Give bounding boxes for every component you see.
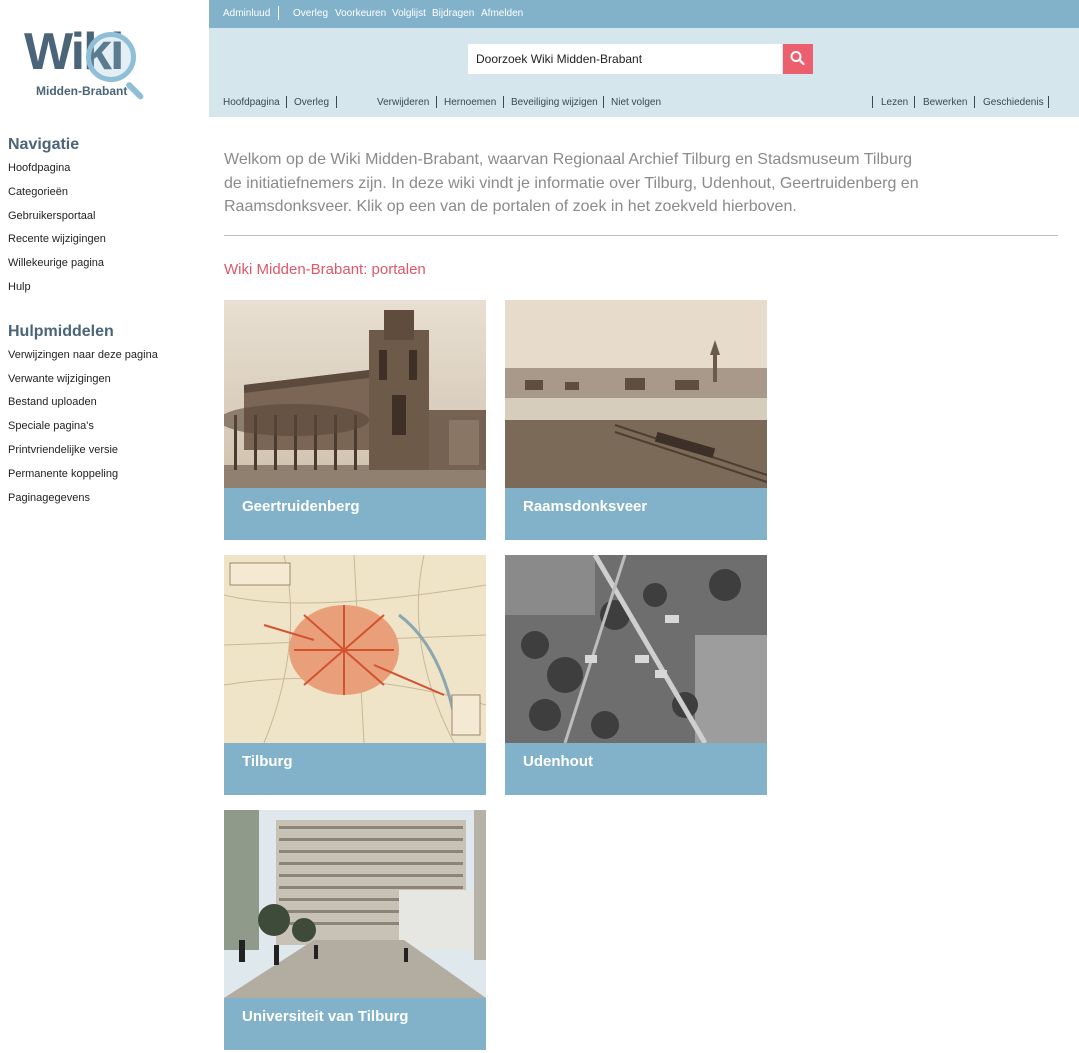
user-bar: Adminluud Overleg Voorkeuren Volglijst B… bbox=[209, 0, 1079, 28]
divider bbox=[872, 96, 873, 108]
divider bbox=[603, 96, 604, 108]
action-beveiliging-wijzigen[interactable]: Beveiliging wijzigen bbox=[511, 97, 598, 108]
magnifier-icon bbox=[86, 32, 136, 82]
tab-hoofdpagina[interactable]: Hoofdpagina bbox=[223, 97, 280, 108]
search-input[interactable] bbox=[468, 44, 782, 74]
sidebar: Navigatie Hoofdpagina Categorieën Gebrui… bbox=[0, 130, 205, 533]
portal-label: Raamsdonksveer bbox=[523, 498, 648, 515]
sidebar-item-willekeurige-pagina[interactable]: Willekeurige pagina bbox=[8, 257, 205, 281]
portal-label: Universiteit van Tilburg bbox=[242, 1008, 409, 1025]
portal-photo-geertruidenberg bbox=[224, 300, 486, 488]
user-nav-volglijst[interactable]: Volglijst bbox=[392, 8, 426, 19]
action-hernoemen[interactable]: Hernoemen bbox=[444, 97, 496, 108]
view-lezen[interactable]: Lezen bbox=[881, 97, 908, 108]
action-niet-volgen[interactable]: Niet volgen bbox=[611, 97, 661, 108]
divider bbox=[914, 96, 915, 108]
user-nav-bijdragen[interactable]: Bijdragen bbox=[432, 8, 474, 19]
portal-tilburg[interactable]: Tilburg bbox=[224, 555, 486, 795]
portal-photo-raamsdonksveer bbox=[505, 300, 767, 488]
view-bewerken[interactable]: Bewerken bbox=[923, 97, 967, 108]
action-verwijderen[interactable]: Verwijderen bbox=[377, 97, 429, 108]
divider bbox=[278, 6, 279, 20]
portal-raamsdonksveer[interactable]: Raamsdonksveer bbox=[505, 300, 767, 540]
sidebar-heading-navigatie: Navigatie bbox=[8, 136, 80, 153]
portal-geertruidenberg[interactable]: Geertruidenberg bbox=[224, 300, 486, 540]
sidebar-item-verwante-wijzigingen[interactable]: Verwante wijzigingen bbox=[8, 373, 205, 397]
search-icon bbox=[790, 51, 805, 66]
sidebar-item-permanente-koppeling[interactable]: Permanente koppeling bbox=[8, 468, 205, 492]
portal-photo-tilburg bbox=[224, 555, 486, 743]
hulpmiddelen-list: Verwijzingen naar deze pagina Verwante w… bbox=[0, 349, 205, 516]
tab-overleg[interactable]: Overleg bbox=[294, 97, 329, 108]
navigatie-list: Hoofdpagina Categorieën Gebruikersportaa… bbox=[0, 162, 205, 305]
sidebar-heading-hulpmiddelen: Hulpmiddelen bbox=[8, 322, 114, 340]
sidebar-item-hulp[interactable]: Hulp bbox=[8, 281, 205, 305]
sidebar-item-hoofdpagina[interactable]: Hoofdpagina bbox=[8, 162, 205, 186]
sidebar-item-speciale-paginas[interactable]: Speciale pagina's bbox=[8, 420, 205, 444]
portal-udenhout[interactable]: Udenhout bbox=[505, 555, 767, 795]
portal-label: Tilburg bbox=[242, 753, 293, 770]
sidebar-item-recente-wijzigingen[interactable]: Recente wijzigingen bbox=[8, 233, 205, 257]
sidebar-item-printvriendelijke-versie[interactable]: Printvriendelijke versie bbox=[8, 444, 205, 468]
sidebar-item-bestand-uploaden[interactable]: Bestand uploaden bbox=[8, 396, 205, 420]
user-nav-voorkeuren[interactable]: Voorkeuren bbox=[335, 8, 386, 19]
divider bbox=[503, 96, 504, 108]
divider bbox=[1048, 96, 1049, 108]
sidebar-item-verwijzingen[interactable]: Verwijzingen naar deze pagina bbox=[8, 349, 205, 373]
intro-text: Welkom op de Wiki Midden-Brabant, waarva… bbox=[224, 151, 919, 215]
divider bbox=[436, 96, 437, 108]
user-nav-overleg[interactable]: Overleg bbox=[293, 8, 328, 19]
portals-heading: Wiki Midden-Brabant: portalen bbox=[224, 261, 426, 278]
portal-label: Udenhout bbox=[523, 753, 593, 770]
divider bbox=[974, 96, 975, 108]
sidebar-item-paginagegevens[interactable]: Paginagegevens bbox=[8, 492, 205, 516]
divider bbox=[336, 96, 337, 108]
magnifier-handle bbox=[124, 80, 145, 101]
sidebar-item-categorieen[interactable]: Categorieën bbox=[8, 186, 205, 210]
content-divider bbox=[224, 235, 1058, 236]
site-logo[interactable]: Wiki Midden-Brabant bbox=[24, 24, 152, 101]
portal-photo-universiteit bbox=[224, 810, 486, 998]
logo-subtitle: Midden-Brabant bbox=[36, 84, 128, 98]
user-nav-afmelden[interactable]: Afmelden bbox=[481, 8, 523, 19]
search-button[interactable] bbox=[783, 44, 813, 74]
portal-label: Geertruidenberg bbox=[242, 498, 360, 515]
portal-universiteit-van-tilburg[interactable]: Universiteit van Tilburg bbox=[224, 810, 486, 1050]
portal-photo-udenhout bbox=[505, 555, 767, 743]
divider bbox=[286, 96, 287, 108]
view-geschiedenis[interactable]: Geschiedenis bbox=[983, 97, 1044, 108]
sidebar-item-gebruikersportaal[interactable]: Gebruikersportaal bbox=[8, 210, 205, 234]
user-link[interactable]: Adminluud bbox=[223, 8, 270, 19]
search-bar: Hoofdpagina Overleg Verwijderen Hernoeme… bbox=[209, 28, 1079, 117]
